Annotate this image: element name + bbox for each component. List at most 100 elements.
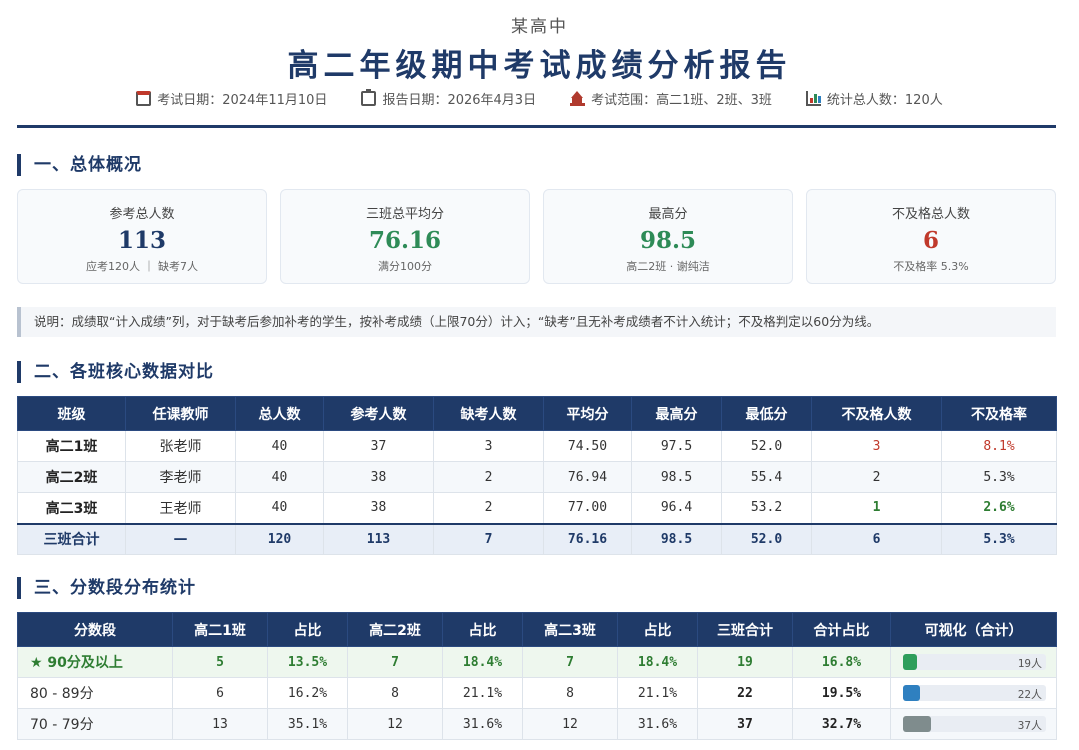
cell-fail-rate: 5.3% [941,461,1057,493]
school-name: 某高中 [511,17,568,37]
cell-score-band: 70 - 79分 [17,708,173,740]
col-header: 高二2班 [347,612,443,647]
cell-total: 40 [235,430,324,462]
cell-count: 8 [522,677,618,709]
cell-percent: 31.6% [442,708,523,740]
cell-class: 高二2班 [17,461,126,493]
col-header: 高二1班 [172,612,268,647]
col-header: 合计占比 [792,612,891,647]
cell-highest: 98.5 [631,461,722,493]
col-header: 占比 [442,612,523,647]
cell-total-percent: 32.7% [792,708,891,740]
cell-count: 8 [347,677,443,709]
col-header: 占比 [267,612,348,647]
cell-percent: 31.6% [617,708,698,740]
col-header: 不及格人数 [811,396,942,431]
col-header: 最高分 [631,396,722,431]
cell-participants: 37 [323,430,434,462]
cell-percent: 21.1% [442,677,523,709]
bar-track: 37人 [903,716,1046,732]
report-title: 高二年级期中考试成绩分析报告 [287,48,792,84]
col-header: 最低分 [721,396,812,431]
report-page: 某高中 高二年级期中考试成绩分析报告 考试日期：2024年11月10日 报告日期… [0,0,1079,750]
cell-percent: 16.2% [267,677,348,709]
cell-total: 120 [235,522,324,555]
table-row: 高二3班 王老师 40 38 2 77.00 96.4 53.2 1 2.6% [17,492,1057,524]
col-header: 三班合计 [697,612,793,647]
cell-absent: 2 [433,461,544,493]
section-overview-title: 一、总体概况 [17,154,142,176]
bar-chart-icon [805,91,821,106]
meta-total-count: 统计总人数：120人 [805,89,943,108]
cell-fail-rate: 5.3% [941,522,1057,555]
section-score-distribution-title: 三、分数段分布统计 [17,577,196,599]
cell-fail-rate: 8.1% [941,430,1057,462]
cell-count: 12 [522,708,618,740]
table-header-row: 班级 任课教师 总人数 参考人数 缺考人数 平均分 最高分 最低分 不及格人数 … [17,396,1057,431]
meta-report-date: 报告日期：2026年4月3日 [361,89,536,108]
bar-label: 37人 [1017,719,1042,732]
col-header: 班级 [17,396,126,431]
meta-exam-date-text: 考试日期：2024年11月10日 [157,93,328,108]
calendar-icon [136,91,152,106]
card-sub: 应考120人 ｜ 缺考7人 [86,260,198,273]
table-total-row: 三班合计 — 120 113 7 76.16 98.5 52.0 6 5.3% [17,522,1057,555]
cell-lowest: 55.4 [721,461,812,493]
cell-lowest: 53.2 [721,492,812,524]
cell-class: 高二1班 [17,430,126,462]
cell-fail-count: 6 [811,522,942,555]
cell-participants: 38 [323,461,434,493]
cell-percent: 35.1% [267,708,348,740]
cell-score-band: 80 - 89分 [17,677,173,709]
cell-percent: 21.1% [617,677,698,709]
cell-class: 高二3班 [17,492,126,524]
card-average: 三班总平均分 76.16 满分100分 [280,189,530,284]
cell-total: 40 [235,492,324,524]
cell-visual: 19人 [890,646,1057,678]
cell-total: 22 [697,677,793,709]
school-icon [570,91,586,106]
card-label: 参考总人数 [109,207,175,222]
cell-absent: 7 [433,522,544,555]
card-value: 98.5 [639,227,697,254]
cell-highest: 98.5 [631,522,722,555]
cell-fail-rate: 2.6% [941,492,1057,524]
cell-average: 77.00 [543,492,632,524]
col-header: 分数段 [17,612,173,647]
meta-exam-date: 考试日期：2024年11月10日 [136,89,327,108]
card-failing: 不及格总人数 6 不及格率 5.3% [806,189,1056,284]
cell-highest: 97.5 [631,430,722,462]
card-participants: 参考总人数 113 应考120人 ｜ 缺考7人 [17,189,267,284]
card-sub: 高二2班 · 谢纯洁 [626,260,710,273]
cell-absent: 3 [433,430,544,462]
header-divider [17,125,1056,128]
cell-average: 76.16 [543,522,632,555]
cell-visual: 37人 [890,708,1057,740]
card-label: 最高分 [648,207,688,222]
cell-total-percent: 19.5% [792,677,891,709]
card-label: 三班总平均分 [365,207,444,222]
card-highest: 最高分 98.5 高二2班 · 谢纯洁 [543,189,793,284]
table-row: 高二1班 张老师 40 37 3 74.50 97.5 52.0 3 8.1% [17,430,1057,462]
distribution-bar [903,654,918,670]
cell-absent: 2 [433,492,544,524]
bar-track: 22人 [903,685,1046,701]
cell-total: 40 [235,461,324,493]
cell-highest: 96.4 [631,492,722,524]
cell-percent: 13.5% [267,646,348,678]
cell-visual: 22人 [890,677,1057,709]
distribution-bar [903,685,920,701]
cell-participants: 38 [323,492,434,524]
clipboard-icon [361,89,377,106]
bar-label: 22人 [1017,688,1042,701]
cell-teacher: 王老师 [125,492,236,524]
cell-participants: 113 [323,522,434,555]
cell-percent: 18.4% [442,646,523,678]
cell-class: 三班合计 [17,522,126,555]
cell-percent: 18.4% [617,646,698,678]
report-meta: 考试日期：2024年11月10日 报告日期：2026年4月3日 考试范围：高二1… [0,89,1079,108]
table-row: 70 - 79分 13 35.1% 12 31.6% 12 31.6% 37 3… [17,708,1057,740]
table-header-row: 分数段 高二1班 占比 高二2班 占比 高二3班 占比 三班合计 合计占比 可视… [17,612,1057,647]
meta-total-count-text: 统计总人数：120人 [826,93,943,108]
class-compare-table: 班级 任课教师 总人数 参考人数 缺考人数 平均分 最高分 最低分 不及格人数 … [17,396,1057,555]
